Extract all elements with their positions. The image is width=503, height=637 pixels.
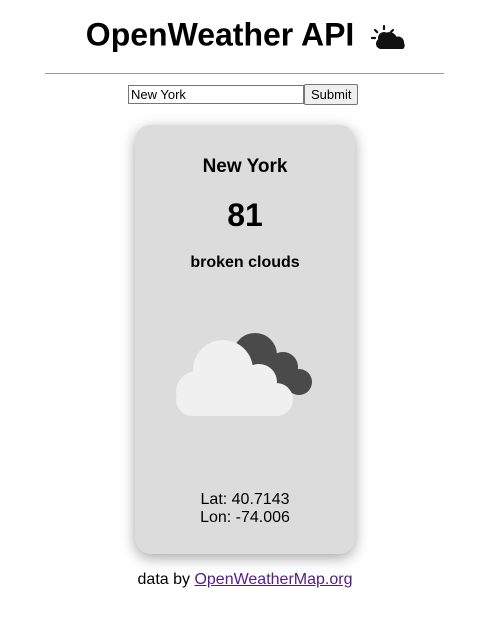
city-input[interactable]: [128, 85, 304, 104]
temperature-value: 81: [227, 197, 263, 233]
data-credit: data by OpenWeatherMap.org: [0, 570, 490, 590]
sun-behind-cloud-icon: [371, 20, 407, 49]
coordinates: Lat: 40.7143 Lon: -74.006: [135, 491, 355, 527]
page: OpenWeather API Submit New York 81 broke…: [0, 0, 503, 637]
credit-prefix: data by: [137, 571, 195, 588]
city-name: New York: [202, 156, 288, 177]
search-form: Submit: [128, 84, 359, 105]
broken-clouds-icon: [173, 325, 319, 421]
latitude-text: Lat: 40.7143: [200, 491, 290, 508]
longitude-text: Lon: -74.006: [200, 509, 290, 526]
page-title-row: OpenWeather API: [0, 12, 493, 55]
weather-description: broken clouds: [190, 254, 300, 271]
openweathermap-link[interactable]: OpenWeatherMap.org: [194, 571, 352, 588]
weather-card: New York 81 broken clouds Lat: 40.7143 L…: [135, 125, 355, 554]
page-title: OpenWeather API: [85, 16, 355, 53]
submit-button[interactable]: Submit: [304, 84, 359, 105]
header-divider: [45, 73, 444, 74]
